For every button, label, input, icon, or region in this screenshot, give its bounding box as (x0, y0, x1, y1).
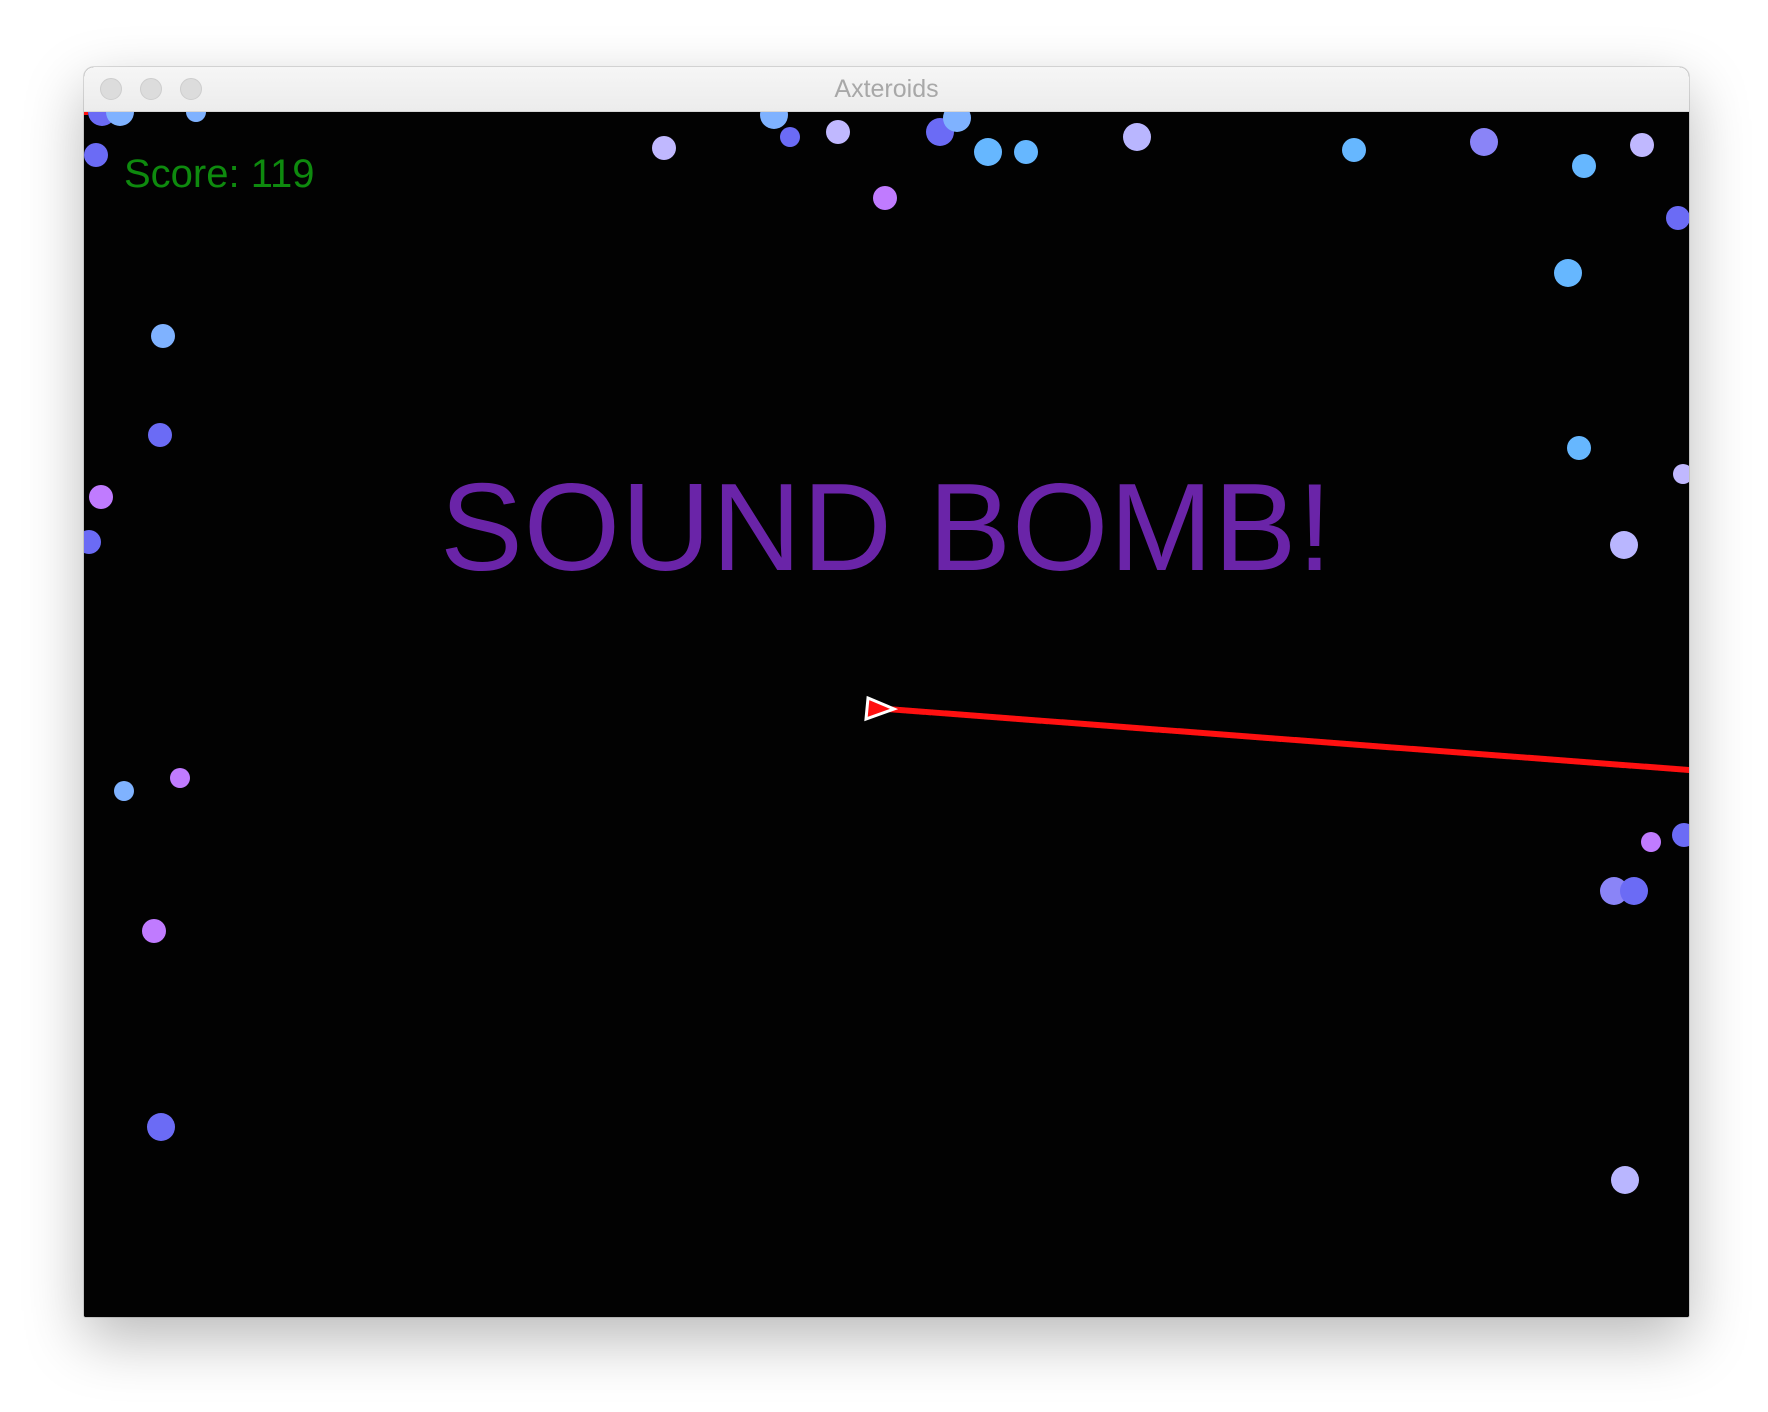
asteroid (1014, 140, 1038, 164)
window-title: Axteroids (834, 75, 939, 103)
asteroid (1611, 1166, 1639, 1194)
laser-beam (871, 705, 1689, 773)
asteroid (1123, 123, 1151, 151)
asteroid (114, 781, 134, 801)
player-ship (864, 695, 899, 722)
asteroid (1630, 133, 1654, 157)
asteroid (1342, 138, 1366, 162)
asteroid (760, 112, 788, 129)
score-display: Score: 119 (124, 152, 315, 196)
asteroid (186, 112, 206, 122)
asteroid (151, 324, 175, 348)
asteroid (1620, 877, 1648, 905)
asteroid (1666, 206, 1689, 230)
playfield (84, 112, 1689, 1194)
sound-bomb-banner: SOUND BOMB! (440, 459, 1333, 597)
asteroid (84, 143, 108, 167)
asteroid (1572, 154, 1596, 178)
asteroid (1470, 128, 1498, 156)
title-bar[interactable]: Axteroids (84, 67, 1689, 112)
asteroid (652, 136, 676, 160)
asteroid (826, 120, 850, 144)
game-canvas[interactable]: Score: 119 SOUND BOMB! (84, 112, 1689, 1317)
asteroid (873, 186, 897, 210)
asteroid (142, 919, 166, 943)
app-window: Axteroids Score: 119 SOUND BOMB! (84, 67, 1689, 1317)
asteroid (1641, 832, 1661, 852)
asteroid (170, 768, 190, 788)
asteroid (147, 1113, 175, 1141)
asteroid (1554, 259, 1582, 287)
asteroid (974, 138, 1002, 166)
asteroid (1672, 823, 1689, 847)
asteroid (780, 127, 800, 147)
asteroid (106, 112, 134, 126)
laser-fragment (84, 112, 88, 115)
asteroid (148, 423, 172, 447)
